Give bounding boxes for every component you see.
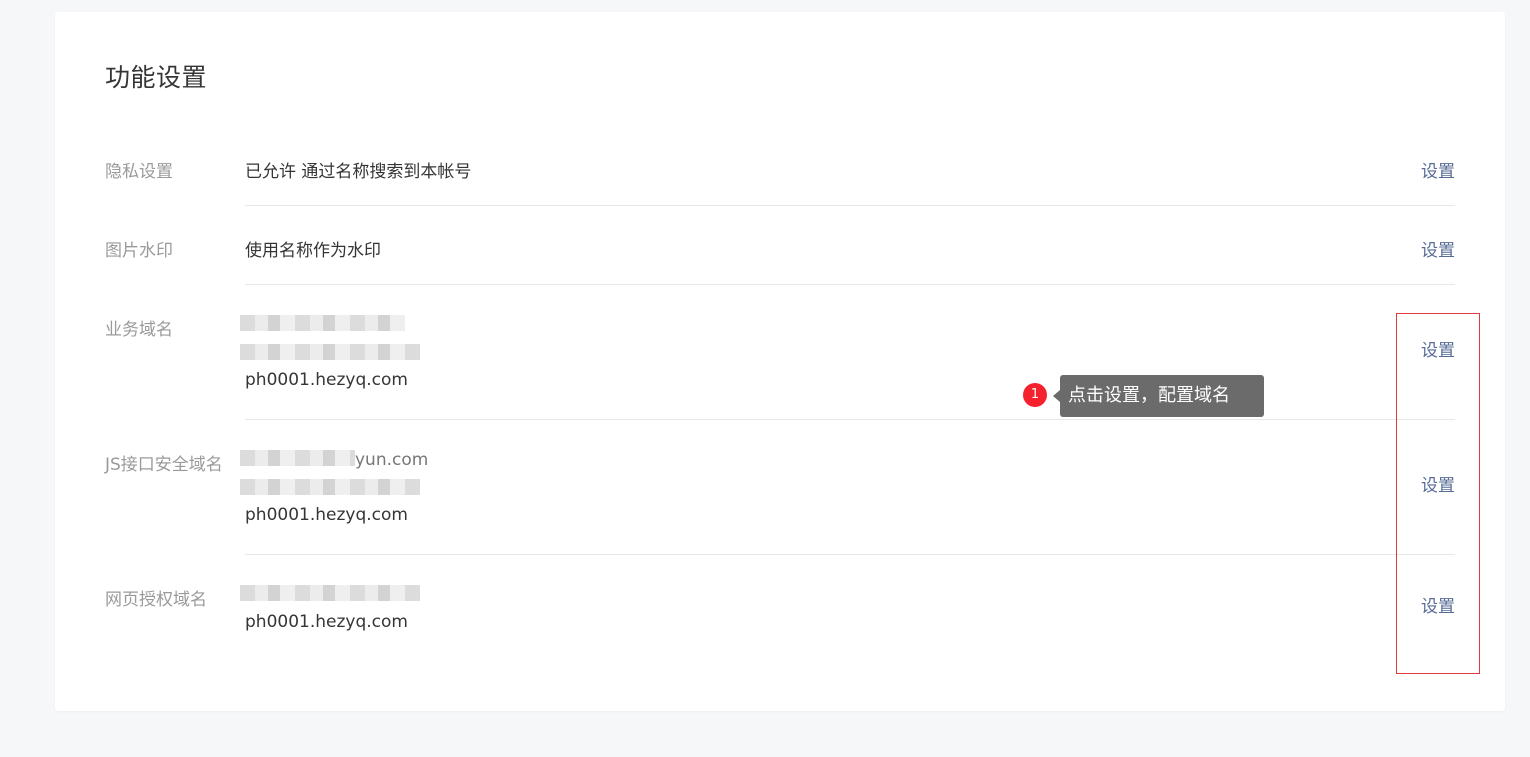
redacted-domain <box>240 344 420 360</box>
highlight-box <box>1396 313 1480 674</box>
divider <box>245 419 1455 420</box>
step-badge: 1 <box>1023 383 1047 407</box>
privacy-settings-button[interactable]: 设置 <box>1421 157 1455 182</box>
redacted-domain <box>240 450 355 466</box>
js-api-domain-partial: yun.com <box>355 450 429 470</box>
watermark-value: 使用名称作为水印 <box>245 241 381 261</box>
business-domain-value: ph0001.hezyq.com <box>245 370 408 390</box>
divider <box>245 554 1455 555</box>
instruction-tooltip: 点击设置，配置域名 <box>1060 375 1264 417</box>
oauth-domain-label: 网页授权域名 <box>105 590 207 610</box>
redacted-domain <box>240 585 420 601</box>
js-api-domain-label: JS接口安全域名 <box>105 455 223 475</box>
page-title: 功能设置 <box>105 63 208 92</box>
settings-card: 功能设置 隐私设置 已允许 通过名称搜索到本帐号 设置 图片水印 使用名称作为水… <box>55 12 1505 711</box>
watermark-label: 图片水印 <box>105 241 173 261</box>
js-api-domain-value: ph0001.hezyq.com <box>245 505 408 525</box>
privacy-settings-value: 已允许 通过名称搜索到本帐号 <box>245 162 472 182</box>
watermark-settings-button[interactable]: 设置 <box>1421 236 1455 261</box>
oauth-domain-value: ph0001.hezyq.com <box>245 612 408 632</box>
tooltip-arrow-icon <box>1053 390 1060 402</box>
business-domain-label: 业务域名 <box>105 320 173 340</box>
privacy-settings-label: 隐私设置 <box>105 162 173 182</box>
redacted-domain <box>240 315 405 331</box>
divider <box>245 205 1455 206</box>
redacted-domain <box>240 479 420 495</box>
divider <box>245 284 1455 285</box>
